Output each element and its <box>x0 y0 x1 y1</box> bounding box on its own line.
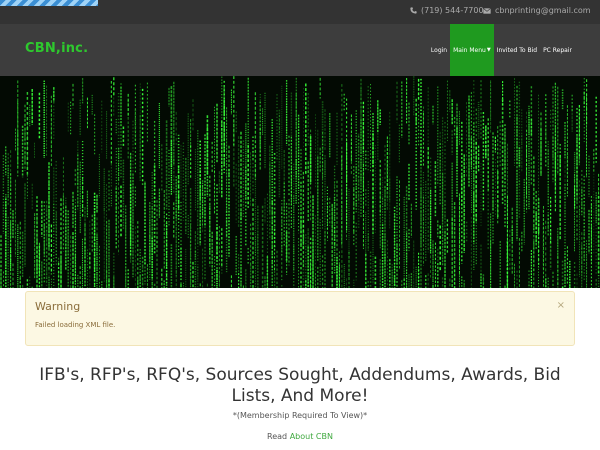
nav-item-label: Invited To Bid <box>496 46 538 54</box>
envelope-icon <box>483 7 491 14</box>
nav-item-label: Login <box>430 46 448 54</box>
email-link[interactable]: cbnprinting@gmail.com <box>483 6 591 15</box>
chevron-down-icon: ▼ <box>486 47 491 53</box>
phone-number: (719) 544-7700 <box>421 6 484 15</box>
email-address: cbnprinting@gmail.com <box>495 6 591 15</box>
page-headline: IFB's, RFP's, RFQ's, Sources Sought, Add… <box>39 365 561 406</box>
warning-message: Failed loading XML file. <box>35 321 116 329</box>
main-navbar: CBN,inc. Login Main Menu ▼ Invited To Bi… <box>0 24 600 76</box>
matrix-rain-image <box>0 76 600 288</box>
nav-item-label: PC Repair <box>543 46 572 54</box>
phone-link[interactable]: (719) 544-7700 <box>410 6 484 15</box>
nav-item-login[interactable]: Login <box>428 24 450 76</box>
brand-logo[interactable]: CBN,inc. <box>25 41 88 56</box>
about-cbn-link[interactable]: About CBN <box>290 432 333 441</box>
read-prefix: Read <box>267 432 288 441</box>
nav-item-label: Main Menu <box>453 46 486 54</box>
nav-item-invited-to-bid[interactable]: Invited To Bid <box>494 24 540 76</box>
nav-item-pc-repair[interactable]: PC Repair <box>540 24 575 76</box>
read-about-line: Read About CBN <box>0 432 600 441</box>
nav-item-main-menu[interactable]: Main Menu ▼ <box>450 24 494 76</box>
top-bar: (719) 544-7700 cbnprinting@gmail.com <box>0 0 600 24</box>
nav-menu: Login Main Menu ▼ Invited To Bid PC Repa… <box>428 24 575 76</box>
warning-title: Warning <box>35 300 81 313</box>
warning-alert: Warning Failed loading XML file. × <box>25 291 575 346</box>
membership-note: *(Membership Required To View)* <box>232 411 368 420</box>
striped-accent-bar <box>0 0 98 6</box>
matrix-hero-banner <box>0 76 600 288</box>
phone-icon <box>410 7 417 14</box>
close-icon[interactable]: × <box>557 300 565 311</box>
